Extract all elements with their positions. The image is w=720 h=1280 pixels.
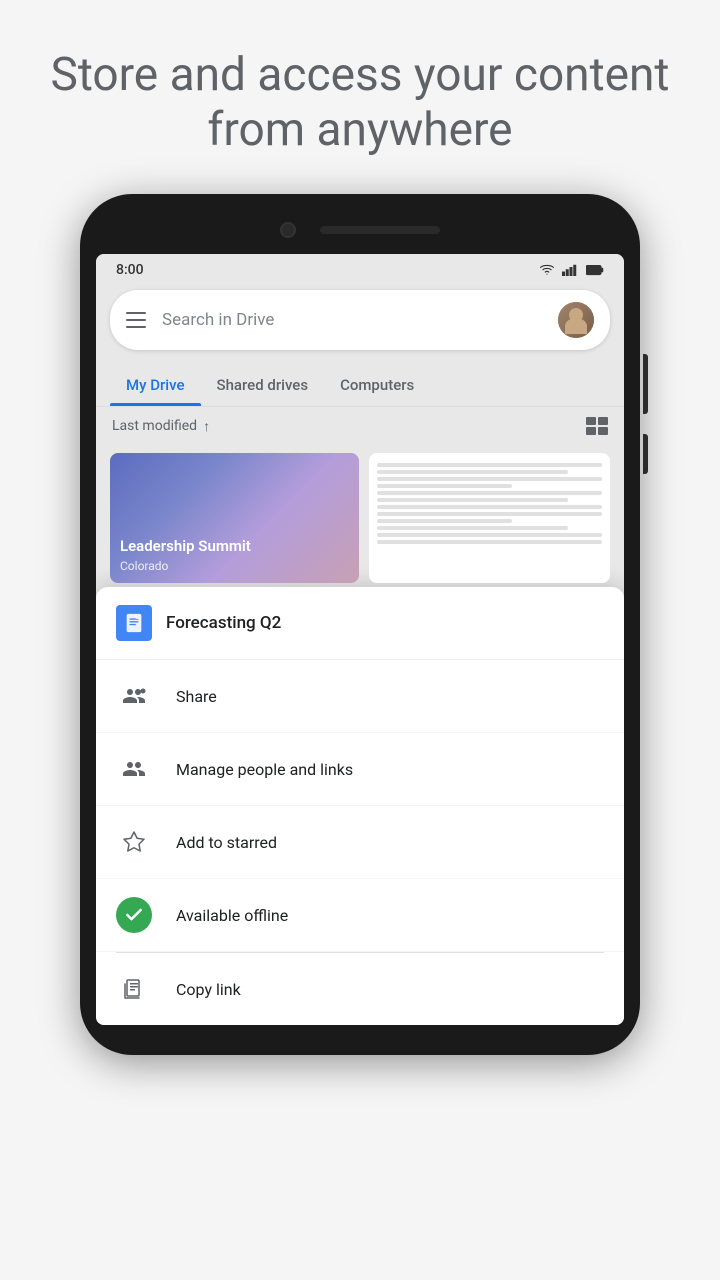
sheet-header: Forecasting Q2 [96,587,624,660]
sort-bar: Last modified ↑ [96,407,624,445]
add-starred-label: Add to starred [176,833,277,852]
phone-screen: 8:00 [96,254,624,1025]
tab-my-drive[interactable]: My Drive [110,362,201,406]
doc-line-3 [377,477,602,481]
sort-arrow: ↑ [203,418,210,435]
sheet-file-name: Forecasting Q2 [166,613,281,633]
doc-line-7 [377,505,602,509]
menu-item-copy-link[interactable]: Copy link [96,953,624,1025]
battery-icon [586,263,604,277]
manage-people-label: Manage people and links [176,760,353,779]
share-label: Share [176,687,217,706]
doc-line-12 [377,540,602,544]
avatar[interactable] [558,302,594,338]
menu-item-available-offline[interactable]: Available offline [96,879,624,952]
menu-icon[interactable] [126,312,146,328]
sort-label: Last modified [112,418,197,434]
phone-top-bar [96,214,624,254]
files-grid: Leadership Summit Colorado [96,445,624,591]
page-header: Store and access your content from anywh… [0,0,720,194]
manage-people-icon [116,751,152,787]
front-camera [280,222,296,238]
docs-icon-svg [123,612,145,634]
tab-computers[interactable]: Computers [324,362,430,406]
user-avatar-image [558,302,594,338]
doc-line-2 [377,470,568,474]
sort-label-container[interactable]: Last modified ↑ [112,418,210,435]
doc-line-4 [377,484,512,488]
doc-line-11 [377,533,602,537]
wifi-icon [538,263,556,277]
file-title-leadership: Leadership Summit [120,537,349,557]
phone-mockup: 8:00 [80,194,640,1055]
status-icons [538,263,604,277]
doc-preview [375,459,604,548]
file-doc-icon [116,605,152,641]
doc-line-9 [377,519,512,523]
status-bar: 8:00 [96,254,624,282]
drive-tabs: My Drive Shared drives Computers [96,362,624,407]
side-button-2 [643,434,648,474]
copy-link-icon [116,971,152,1007]
offline-label: Available offline [176,906,288,925]
doc-line-5 [377,491,602,495]
side-button [643,354,648,414]
tab-shared-drives[interactable]: Shared drives [201,362,325,406]
menu-item-share[interactable]: Share [96,660,624,733]
bottom-sheet: Forecasting Q2 Share [96,587,624,1025]
doc-line-10 [377,526,568,530]
view-toggle-icon[interactable] [586,417,608,435]
signal-icon [562,263,580,277]
file-card-leadership-summit[interactable]: Leadership Summit Colorado [110,453,359,583]
doc-line-1 [377,463,602,467]
menu-item-manage-people[interactable]: Manage people and links [96,733,624,806]
doc-line-6 [377,498,568,502]
search-placeholder[interactable]: Search in Drive [162,310,558,330]
status-time: 8:00 [116,262,144,278]
doc-line-8 [377,512,602,516]
star-icon [116,824,152,860]
copy-link-label: Copy link [176,980,241,999]
search-bar[interactable]: Search in Drive [110,290,610,350]
file-subtitle-leadership: Colorado [120,559,349,573]
share-icon [116,678,152,714]
menu-item-add-starred[interactable]: Add to starred [96,806,624,879]
offline-badge-icon [116,897,152,933]
earpiece-speaker [320,226,440,234]
file-card-doc[interactable] [369,453,610,583]
